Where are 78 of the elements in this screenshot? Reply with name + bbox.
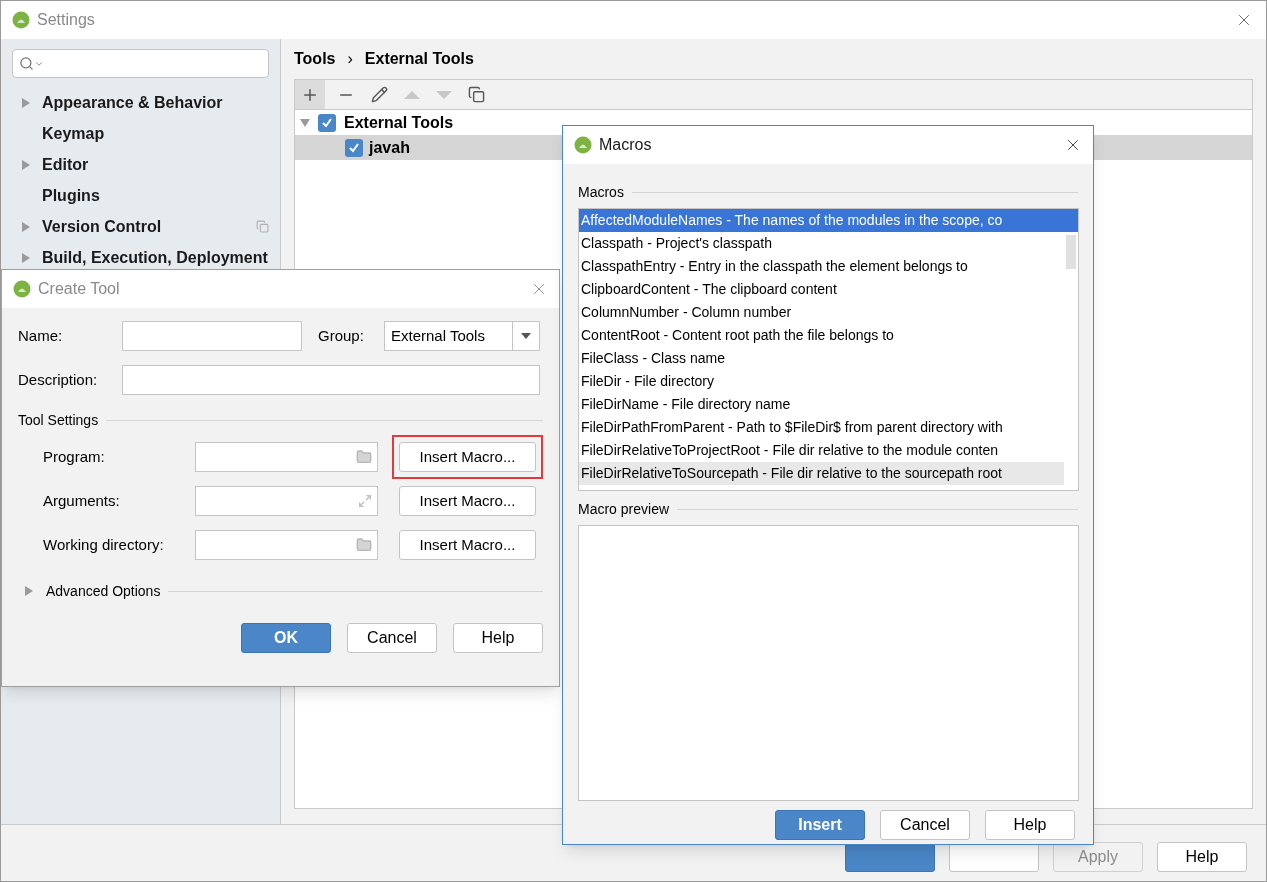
sidebar-item[interactable]: Keymap xyxy=(42,121,105,146)
folder-icon[interactable] xyxy=(356,537,372,553)
copy-icon[interactable] xyxy=(468,86,485,103)
description-field[interactable] xyxy=(122,365,540,395)
insert-macro-button[interactable]: Insert Macro... xyxy=(399,486,536,516)
field-label: Name: xyxy=(18,325,64,346)
add-button[interactable] xyxy=(295,80,325,109)
dialog-title: Macros xyxy=(599,135,652,155)
name-field[interactable] xyxy=(122,321,302,351)
macro-list-item[interactable]: ColumnNumber - Column number xyxy=(579,301,1064,324)
move-down-icon[interactable] xyxy=(436,89,452,100)
macro-list-item[interactable]: ClipboardContent - The clipboard content xyxy=(579,278,1064,301)
project-scope-icon xyxy=(256,220,269,233)
field-label: Program: xyxy=(43,446,106,467)
primary-button[interactable]: OK xyxy=(241,623,331,653)
dialog-button[interactable]: Help xyxy=(985,810,1075,840)
group-dropdown[interactable]: External Tools xyxy=(384,321,540,351)
field-label: Arguments: xyxy=(43,490,121,511)
dropdown-arrow-icon xyxy=(521,333,531,339)
move-up-icon[interactable] xyxy=(404,89,420,100)
expand-arrow-icon[interactable] xyxy=(21,252,31,263)
section-label: Tool Settings xyxy=(18,410,99,430)
expand-arrow-icon[interactable] xyxy=(21,97,31,108)
macro-list-item[interactable]: FileDirPathFromParent - Path to $FileDir$ from parent directory with xyxy=(579,416,1064,439)
checkmark-icon xyxy=(321,116,333,129)
breadcrumb-item: Tools xyxy=(294,49,336,69)
field-label: Working directory: xyxy=(43,534,165,555)
macro-list-item[interactable]: AffectedModuleNames - The names of the modules in the scope, co xyxy=(579,209,1078,232)
sidebar-item[interactable]: Appearance & Behavior xyxy=(42,90,223,115)
dialog-button[interactable]: Cancel xyxy=(880,810,970,840)
macro-list-item[interactable]: ClasspathEntry - Entry in the classpath the element belongs to xyxy=(579,255,1064,278)
breadcrumb-item: External Tools xyxy=(364,49,474,69)
macro-list-item[interactable]: FileDirRelativeToProjectRoot - File dir relative to the module conten xyxy=(579,439,1064,462)
search-icon xyxy=(19,56,34,71)
macro-list-item[interactable]: ContentRoot - Content root path the file belongs to xyxy=(579,324,1064,347)
app-logo-icon xyxy=(12,11,30,29)
tree-item[interactable]: External Tools xyxy=(344,110,454,135)
tree-toggle-icon[interactable] xyxy=(300,117,310,128)
tree-item[interactable]: javah xyxy=(369,135,410,160)
dialog-button[interactable]: Cancel xyxy=(347,623,437,653)
sidebar-item[interactable]: Editor xyxy=(42,152,89,177)
checkmark-icon xyxy=(348,141,360,154)
expand-arrow-icon[interactable] xyxy=(21,221,31,232)
checkbox[interactable] xyxy=(318,113,336,132)
scrollbar-thumb[interactable] xyxy=(1066,235,1076,269)
dialog-title: Create Tool xyxy=(38,279,120,299)
sidebar-item[interactable]: Build, Execution, Deployment xyxy=(42,245,268,270)
path-field[interactable] xyxy=(195,486,378,516)
macro-list-item[interactable]: Classpath - Project's classpath xyxy=(579,232,1064,255)
expand-arrow-icon[interactable] xyxy=(21,159,31,170)
sidebar-item[interactable]: Version Control xyxy=(42,214,162,239)
field-label: Group: xyxy=(318,325,365,346)
expand-icon[interactable] xyxy=(358,494,372,508)
edit-icon[interactable] xyxy=(371,86,388,103)
insert-macro-button[interactable]: Insert Macro... xyxy=(399,530,536,560)
primary-button[interactable]: Insert xyxy=(775,810,865,840)
insert-macro-button[interactable]: Insert Macro... xyxy=(399,442,536,472)
dialog-button[interactable]: Help xyxy=(453,623,543,653)
section-label: Macros xyxy=(578,182,624,202)
macro-list-item[interactable]: FileClass - Class name xyxy=(579,347,1064,370)
search-field[interactable] xyxy=(12,49,269,78)
path-field[interactable] xyxy=(195,530,378,560)
field-label: Description: xyxy=(18,369,99,390)
breadcrumb-separator: › xyxy=(347,49,353,69)
macro-list-item[interactable]: FileDir - File directory xyxy=(579,370,1064,393)
expand-arrow-icon[interactable] xyxy=(24,586,34,596)
path-field[interactable] xyxy=(195,442,378,472)
sidebar-item[interactable]: Plugins xyxy=(42,183,100,208)
section-label: Macro preview xyxy=(578,499,670,519)
app-logo-icon xyxy=(574,136,592,154)
app-logo-icon xyxy=(13,280,31,298)
folder-icon[interactable] xyxy=(356,449,372,465)
section-label[interactable]: Advanced Options xyxy=(46,580,161,602)
macro-list-item[interactable]: FileDirName - File directory name xyxy=(579,393,1064,416)
checkbox[interactable] xyxy=(345,138,363,157)
window-title: Settings xyxy=(37,10,95,30)
dialog-button[interactable]: Help xyxy=(1157,842,1247,872)
macro-list-item[interactable]: FileDirRelativeToSourcepath - File dir relative to the sourcepath root xyxy=(579,462,1064,485)
